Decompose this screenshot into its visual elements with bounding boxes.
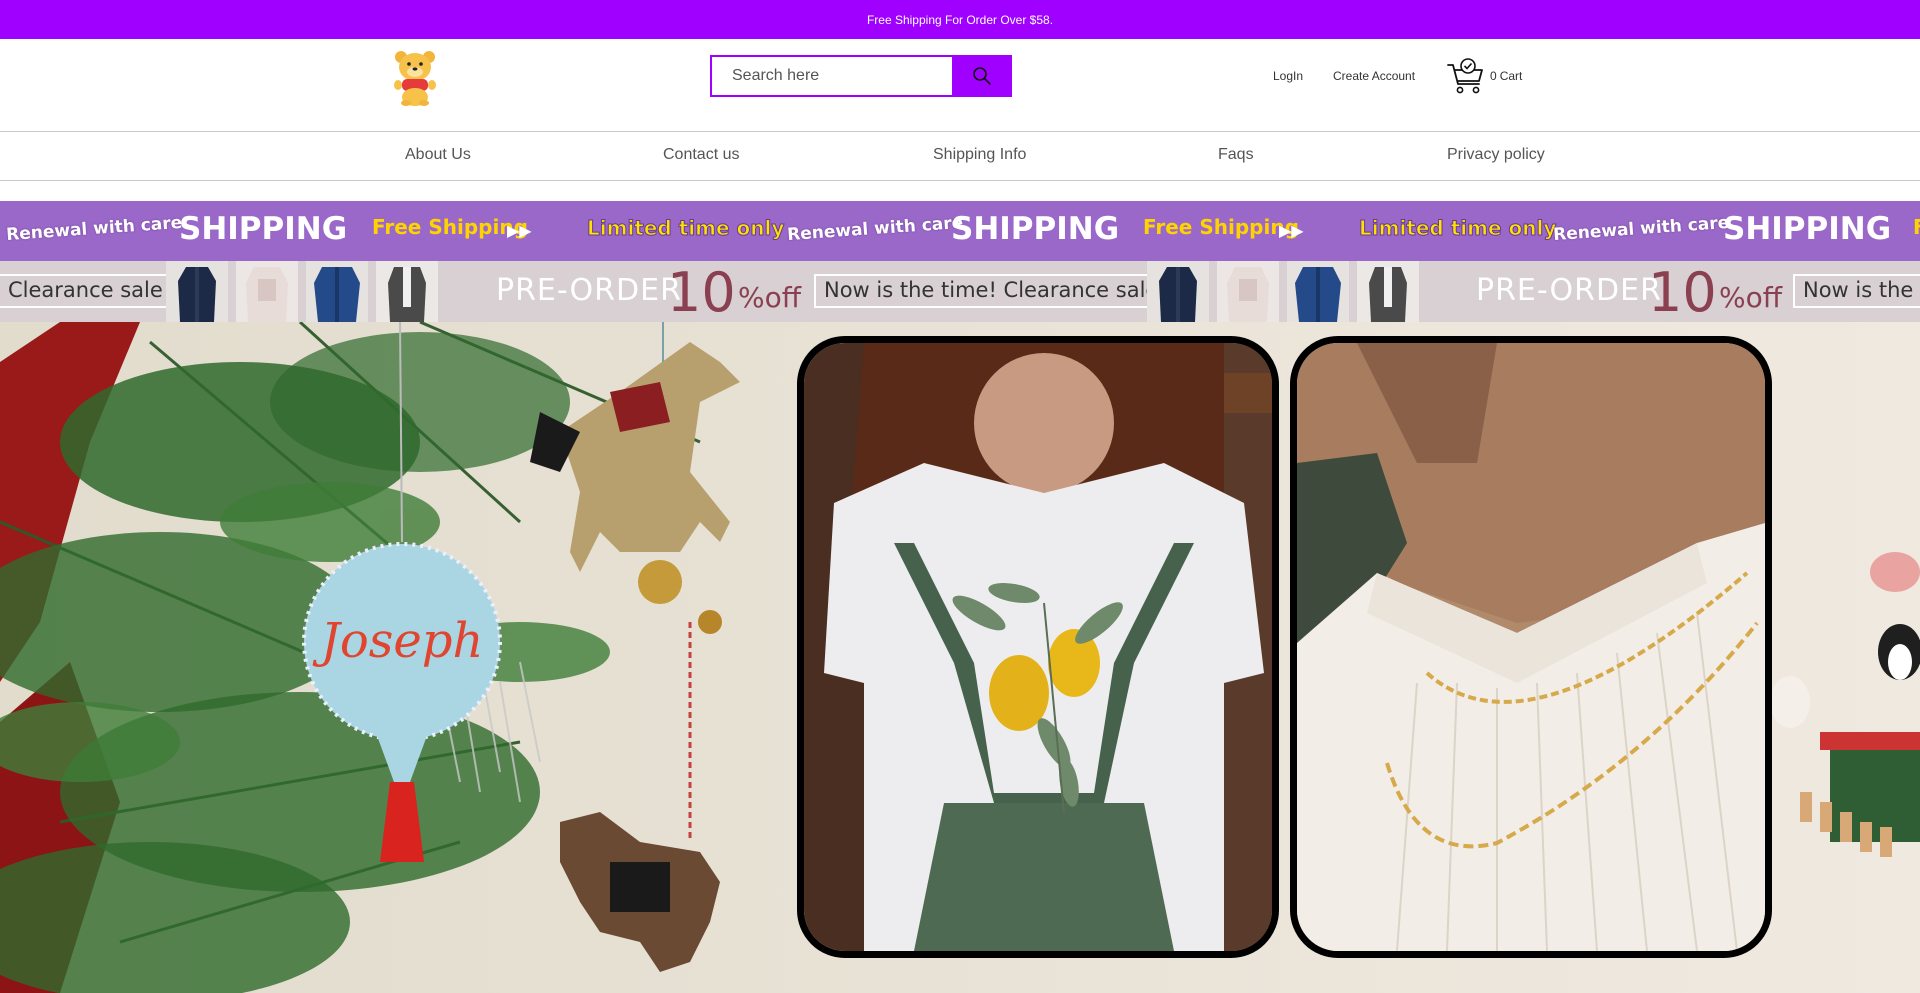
- play-arrows-icon: ▶▶: [1279, 223, 1304, 240]
- nav-item-about-us[interactable]: About Us: [405, 146, 471, 164]
- search-button[interactable]: [952, 55, 1012, 97]
- coat-thumbnail: [306, 261, 368, 322]
- free-shipping-tag: Free Shipping: [1913, 215, 1920, 239]
- coat-thumbnails: [1147, 261, 1419, 322]
- lemon-tshirt-image: [804, 343, 1272, 951]
- renewal-tag: Renewal with care: [5, 212, 183, 246]
- gold-necklace-image: [1297, 343, 1765, 951]
- ornament-name: Joseph: [312, 613, 484, 669]
- nav-item-privacy-policy[interactable]: Privacy policy: [1447, 146, 1545, 164]
- preorder-text: PRE-ORDER: [496, 273, 682, 308]
- free-shipping-tag: Free Shipping: [372, 215, 528, 239]
- nav-item-faqs[interactable]: Faqs: [1218, 146, 1254, 164]
- preorder-text: PRE-ORDER: [1476, 273, 1662, 308]
- search-icon: [973, 67, 991, 85]
- renewal-tag: Renewal with care: [786, 212, 964, 246]
- coat-thumbnail: [1357, 261, 1419, 322]
- cart-summary: 0 Cart: [1490, 69, 1522, 83]
- search-input[interactable]: [710, 55, 952, 97]
- coat-thumbnail: [236, 261, 298, 322]
- coat-thumbnail: [376, 261, 438, 322]
- announcement-bar: Free Shipping For Order Over $58.: [0, 0, 1920, 39]
- create-account-link[interactable]: Create Account: [1333, 69, 1415, 83]
- coat-thumbnail: [1287, 261, 1349, 322]
- discount-number: 10: [1648, 261, 1717, 322]
- renewal-tag: Renewal with care: [1552, 212, 1730, 246]
- nav-divider-bottom: [0, 180, 1920, 181]
- now-clearance-box: Now is the time! Clearance sale: [814, 274, 1169, 308]
- shipping-tag: SHIPPING: [1723, 211, 1892, 247]
- coat-thumbnail: [1217, 261, 1279, 322]
- site-header: LogIn Create Account 0 Cart: [0, 39, 1920, 131]
- search-bar: [710, 55, 1012, 97]
- login-link[interactable]: LogIn: [1273, 69, 1303, 83]
- product-card-lemon-tshirt[interactable]: [797, 336, 1279, 958]
- discount-number: 10: [667, 261, 736, 322]
- cart-label: Cart: [1499, 69, 1523, 83]
- coat-thumbnail: [1147, 261, 1209, 322]
- shipping-tag: SHIPPING: [179, 211, 348, 247]
- product-card-gold-necklace[interactable]: [1290, 336, 1772, 958]
- nav-item-shipping-info[interactable]: Shipping Info: [933, 146, 1026, 164]
- now-clearance-box-partial: Now is the t: [1793, 274, 1920, 308]
- clearance-box: Clearance sale: [0, 274, 173, 308]
- cart-link[interactable]: 0 Cart: [1446, 57, 1522, 95]
- bear-mascot-icon: [394, 51, 436, 106]
- cart-count: 0: [1490, 69, 1497, 83]
- nav-item-contact-us[interactable]: Contact us: [663, 146, 739, 164]
- announcement-text: Free Shipping For Order Over $58.: [866, 12, 1054, 27]
- discount-suffix: %off: [738, 281, 802, 314]
- main-nav: About Us Contact us Shipping Info Faqs P…: [0, 132, 1920, 180]
- coat-thumbnails: [166, 261, 438, 322]
- limited-time-tag: Limited time only: [586, 216, 785, 241]
- site-logo[interactable]: [392, 47, 438, 107]
- coat-thumbnail: [166, 261, 228, 322]
- promo-banner-preorder: Clearance sale PRE-ORDER 10 %off Now is …: [0, 261, 1920, 322]
- promo-banner-shipping: Renewal with care SHIPPING Free Shipping…: [0, 201, 1920, 261]
- hero-banner[interactable]: Joseph: [0, 322, 1920, 993]
- shipping-tag: SHIPPING: [951, 211, 1120, 247]
- shopping-cart-icon: [1447, 58, 1483, 94]
- discount-suffix: %off: [1719, 281, 1783, 314]
- limited-time-tag: Limited time only: [1358, 216, 1557, 241]
- free-shipping-tag: Free Shipping: [1143, 215, 1299, 239]
- play-arrows-icon: ▶▶: [507, 223, 532, 240]
